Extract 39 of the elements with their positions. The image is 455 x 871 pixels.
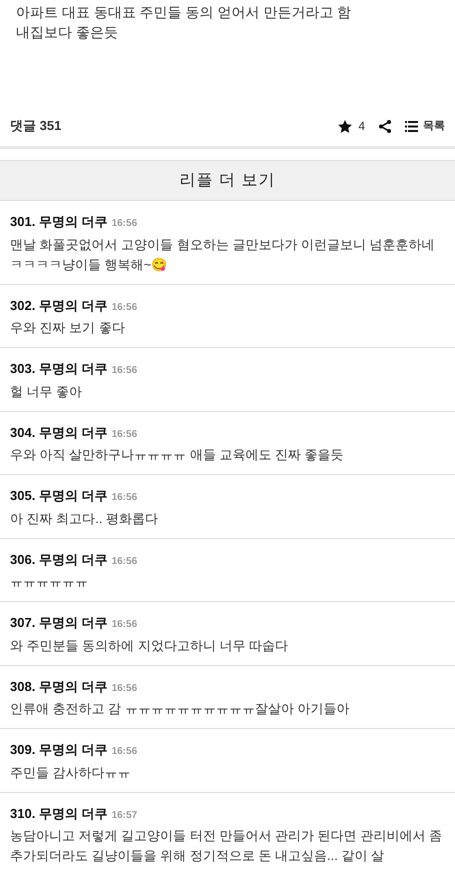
list-button[interactable]: 목록 xyxy=(405,118,445,134)
comment-text: 헐 너무 좋아 xyxy=(10,382,84,400)
list-icon xyxy=(405,120,418,132)
comment-time: 16:57 xyxy=(112,808,138,822)
comment-text: 와 주민분들 동의하에 지었다고하니 너무 따숩다 xyxy=(10,636,290,654)
comment-author: 301. 무명의 더쿠 xyxy=(10,213,108,231)
comment-time: 16:56 xyxy=(112,217,138,231)
comment-time: 16:56 xyxy=(112,618,138,632)
comment-author: 304. 무명의 더쿠 xyxy=(10,424,108,442)
comment-text: 인류애 충전하고 감 ㅠㅠㅠㅠㅠㅠㅠㅠㅠㅠ잘살아 아기들아 xyxy=(10,700,350,718)
comment-text: 주민들 감사하다ㅠㅠ xyxy=(10,764,132,782)
comment-author: 307. 무명의 더쿠 xyxy=(10,614,108,632)
comment-author: 302. 무명의 더쿠 xyxy=(10,296,108,314)
comment-text: 우와 아직 살만하구나ㅠㅠㅠㅠ 애들 교육에도 진짜 좋을듯 xyxy=(10,446,345,464)
comment-text: 아 진짜 최고다.. 평화롭다 xyxy=(10,510,160,528)
star-icon[interactable] xyxy=(338,120,352,132)
comment-time: 16:56 xyxy=(112,491,138,505)
star-count: 4 xyxy=(358,118,365,135)
comment-time: 16:56 xyxy=(112,554,138,568)
comment-author: 306. 무명의 더쿠 xyxy=(10,550,108,568)
comment-author: 303. 무명의 더쿠 xyxy=(10,360,108,378)
comment-count: 댓글 351 xyxy=(10,117,62,136)
comment-text: 맨날 화풀곳없어서 고양이들 혐오하는 글만보다가 이런글보니 넘훈훈하네ㅋㅋㅋㅋ냥이들 행복해~😋 xyxy=(10,236,436,274)
comment-time: 16:56 xyxy=(112,364,138,378)
post-text: 아파트 대표 동대표 주민들 동의 얻어서 만든거라고 함 xyxy=(16,3,352,22)
comment-author: 305. 무명의 더쿠 xyxy=(10,487,108,505)
comment-author: 310. 무명의 더쿠 xyxy=(10,804,108,822)
share-icon[interactable] xyxy=(379,120,391,132)
comment-time: 16:56 xyxy=(112,300,138,314)
comment-time: 16:56 xyxy=(112,745,138,759)
comment-text: ㅠㅠㅠㅠㅠㅠ xyxy=(10,573,89,591)
comment-text: 농담아니고 저렇게 길고양이들 터전 만들어서 관리가 된다면 관리비에서 좀 추가되더라도 길냥이들을 위해 정기적으로 돈 내고싶음... 같이 살 xyxy=(10,827,443,865)
comment-time: 16:56 xyxy=(112,682,138,696)
post-text: 내집보다 좋은듯 xyxy=(16,23,119,42)
comment-text: 우와 진짜 보기 좋다 xyxy=(10,319,126,337)
comment-author: 308. 무명의 더쿠 xyxy=(10,678,108,696)
comment-author: 309. 무명의 더쿠 xyxy=(10,741,108,759)
comment-time: 16:56 xyxy=(112,428,138,442)
load-more-button[interactable]: 리플 더 보기 xyxy=(0,160,455,201)
